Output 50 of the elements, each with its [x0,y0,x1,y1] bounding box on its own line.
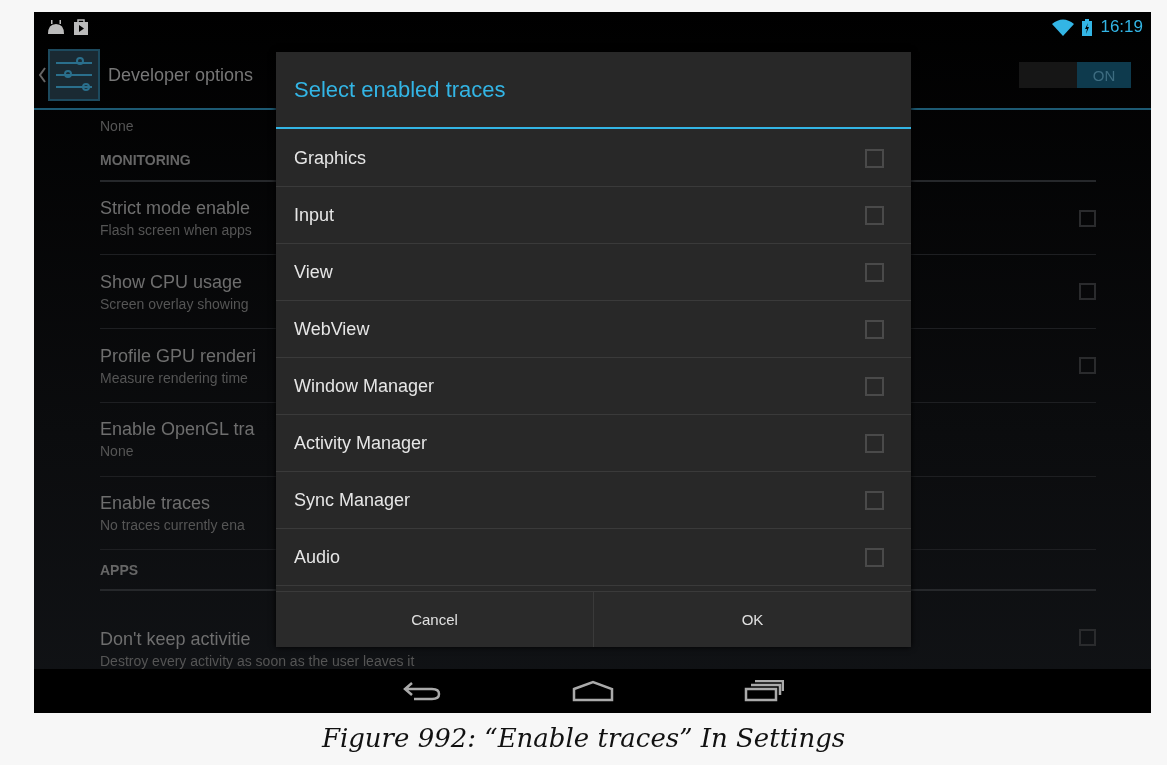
setting-title[interactable]: Enable OpenGL tra [100,419,255,441]
setting-summary: None [100,117,134,134]
setting-summary: Flash screen when apps [100,222,252,239]
setting-summary: Screen overlay showing [100,295,249,312]
checkbox[interactable] [865,319,884,339]
section-header: APPS [100,561,139,578]
trace-option[interactable]: Sync Manager [276,472,911,529]
home-icon[interactable] [571,680,614,702]
trace-option[interactable]: WebView [276,301,911,358]
checkbox[interactable] [1079,629,1096,646]
checkbox[interactable] [1079,357,1096,374]
setting-summary: No traces currently ena [100,516,245,533]
checkbox[interactable] [865,205,884,225]
checkbox[interactable] [865,262,884,282]
trace-option[interactable]: Graphics [276,130,911,187]
checkbox[interactable] [865,376,884,396]
section-header: MONITORING [100,152,191,169]
setting-summary: None [100,443,134,460]
recent-apps-icon[interactable] [743,680,784,702]
setting-title[interactable]: Strict mode enable [100,198,251,220]
setting-title[interactable]: Show CPU usage [100,271,243,293]
setting-title[interactable]: Enable traces [100,492,211,514]
checkbox[interactable] [865,433,884,453]
checkbox[interactable] [1079,283,1096,301]
ok-button[interactable]: OK [593,592,911,647]
setting-title[interactable]: Don't keep activitie [100,629,251,650]
dialog-title: Select enabled traces [276,52,911,129]
setting-summary: Destroy every activity as soon as the user leaves it [100,653,415,669]
wifi-icon [1052,18,1075,36]
trace-option[interactable]: Activity Manager [276,415,911,472]
setting-title[interactable]: Profile GPU renderi [100,345,257,367]
shopping-bag-icon [74,19,88,35]
trace-option[interactable]: Input [276,187,911,244]
checkbox[interactable] [865,490,884,510]
setting-summary: Measure rendering time [100,369,248,386]
trace-option[interactable]: Audio [276,529,911,586]
checkbox[interactable] [1079,209,1096,227]
trace-option[interactable]: Window Manager [276,358,911,415]
back-caret-icon[interactable] [38,67,46,83]
clock: 16:19 [1100,17,1143,37]
checkbox[interactable] [865,547,884,567]
checkbox[interactable] [865,148,884,168]
sliders-icon[interactable] [48,49,100,101]
android-icon [46,20,66,34]
battery-icon [1082,18,1093,36]
screen-title: Developer options [108,64,254,86]
figure-caption: Figure 992: “Enable traces” In Settings [320,723,847,753]
back-icon[interactable] [401,680,442,702]
trace-option[interactable]: View [276,244,911,301]
cancel-button[interactable]: Cancel [276,592,593,647]
